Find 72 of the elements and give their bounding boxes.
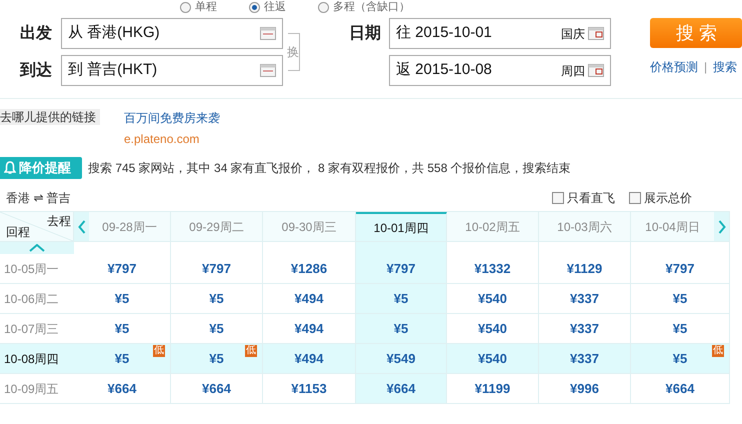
arrival-city-field[interactable]: 到 普吉(HKT) [61,55,283,86]
date-note: 国庆 [561,26,585,42]
ad-url: e.plateno.com [124,131,200,148]
calendar-icon [588,27,604,40]
price-cell[interactable]: ¥494 [294,318,324,338]
option-label: 多程（含缺口） [333,0,410,15]
chevron-up-icon[interactable] [29,244,45,252]
chevron-left-icon [78,220,86,234]
price-cell[interactable]: ¥1199 [474,378,510,398]
price-cell[interactable]: ¥5 [209,288,224,308]
checkbox[interactable] [629,192,641,204]
departure-date-field[interactable]: 往 2015-10-01 国庆 [389,18,611,49]
price-cell[interactable]: ¥797 [202,258,231,278]
low-price-badge: 低 [712,345,724,357]
option-label: 往返 [264,0,286,15]
price-cell[interactable]: ¥1129 [566,258,602,278]
price-cell[interactable]: ¥5 [114,348,130,368]
price-cell[interactable]: ¥337 [570,318,599,338]
price-cell[interactable]: ¥1286 [290,258,328,278]
price-cell[interactable]: ¥797 [666,258,694,278]
link-separator: | [704,59,708,76]
ad-source-label: 去哪儿提供的链接 [0,109,100,125]
price-forecast-link[interactable]: 价格预测 [650,58,698,76]
radio-button[interactable] [180,2,191,12]
price-cell[interactable]: ¥664 [108,378,136,398]
price-cell[interactable]: ¥540 [478,318,507,338]
price-cell[interactable]: ¥1332 [474,258,511,278]
departure-city-field[interactable]: 从 香港(HKG) [61,18,283,49]
option-label: 单程 [195,0,217,15]
date-note: 周四 [561,62,585,80]
price-cell[interactable]: ¥5 [209,348,224,368]
search-link[interactable]: 搜索 [713,58,738,76]
date-label: 日期 [349,24,382,44]
price-cell[interactable]: ¥5 [394,318,408,338]
next-button[interactable] [714,212,729,241]
return-date-row-header[interactable]: 10-08周四 [0,344,74,374]
price-cell[interactable]: ¥5 [672,318,688,338]
bell-icon [4,161,16,175]
low-price-badge: 低 [153,345,165,357]
calendar-icon [260,27,276,40]
price-cell[interactable]: ¥5 [209,318,224,338]
return-axis-label: 回程 [6,224,30,241]
filter-label: 只看直飞 [567,190,615,207]
price-cell[interactable]: ¥664 [202,378,231,398]
calendar-icon [260,64,276,77]
return-date-field[interactable]: 返 2015-10-08 周四 [389,55,611,86]
search-status-text: 搜索 745 家网站，其中 34 家有直飞报价， 8 家有双程报价，共 558 个报价信息，搜索结束 [88,160,571,177]
price-cell[interactable]: ¥664 [666,378,694,398]
price-cell[interactable]: ¥5 [394,288,408,308]
price-cell[interactable]: ¥797 [108,258,136,278]
price-cell[interactable]: ¥337 [570,288,599,308]
filter-label: 展示总价 [644,190,692,207]
price-cell[interactable]: ¥5 [114,318,130,338]
calendar-icon [588,64,604,77]
depart-axis-label: 去程 [47,213,71,230]
price-cell[interactable]: ¥494 [294,288,324,308]
price-cell[interactable]: ¥1153 [291,378,327,398]
price-cell[interactable]: ¥5 [114,288,130,308]
ad-link[interactable]: 百万间免费房来袭 [124,109,220,127]
radio-button[interactable] [249,2,260,12]
price-cell[interactable]: ¥5 [672,288,688,308]
price-cell[interactable]: ¥5 [672,348,688,368]
previous-button[interactable] [74,212,89,241]
chevron-right-icon [718,220,726,234]
arrival-label: 到达 [18,60,53,80]
price-cell[interactable]: ¥540 [478,288,507,308]
radio-button[interactable] [318,2,329,12]
route-label: 香港 ⇌ 普吉 [5,190,72,207]
checkbox[interactable] [552,192,564,204]
price-cell[interactable]: ¥996 [570,378,599,398]
departure-label: 出发 [19,24,53,44]
low-price-badge: 低 [245,345,257,357]
